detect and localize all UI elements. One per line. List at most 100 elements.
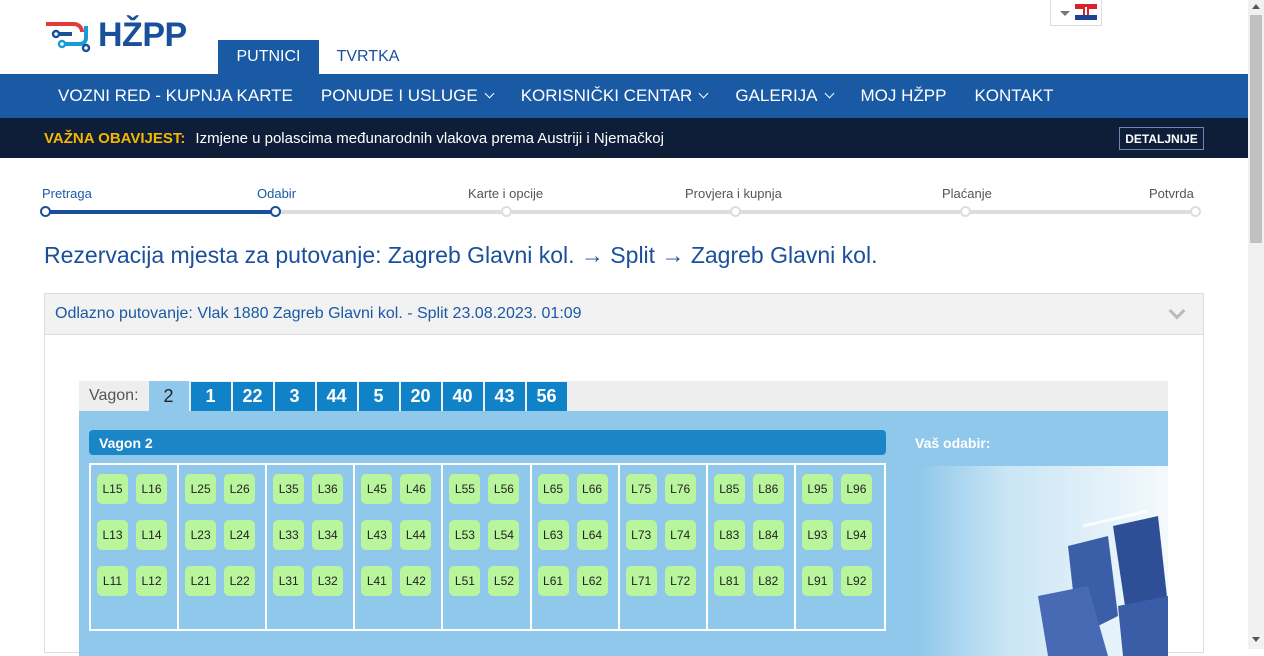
- seat-l83[interactable]: L83: [713, 520, 745, 550]
- chevron-down-icon: [824, 88, 834, 99]
- seat-l45[interactable]: L45: [361, 474, 393, 504]
- seat-l46[interactable]: L46: [400, 474, 432, 504]
- wagon-title: Vagon 2: [99, 434, 153, 451]
- step-potvrda: Potvrda: [1149, 186, 1194, 201]
- scrollbar-thumb[interactable]: [1250, 15, 1262, 243]
- nav-item-ponude[interactable]: PONUDE I USLUGE: [307, 74, 507, 118]
- seat-l65[interactable]: L65: [537, 474, 569, 504]
- seat-l35[interactable]: L35: [273, 474, 305, 504]
- seat-l51[interactable]: L51: [449, 566, 481, 596]
- seat-l41[interactable]: L41: [361, 566, 393, 596]
- seat-l23[interactable]: L23: [185, 520, 217, 550]
- booking-progress-steps: Pretraga Odabir Karte i opcije Provjera …: [40, 184, 1204, 224]
- tab-putnici[interactable]: PUTNICI: [218, 40, 319, 74]
- seat-l96[interactable]: L96: [840, 474, 872, 504]
- seat-l74[interactable]: L74: [664, 520, 696, 550]
- step-odabir[interactable]: Odabir: [257, 186, 296, 201]
- wagon-tab-40[interactable]: 40: [442, 382, 483, 411]
- nav-item-galerija[interactable]: GALERIJA: [721, 74, 846, 118]
- nav-item-label: MOJ HŽPP: [860, 86, 947, 105]
- seat-l61[interactable]: L61: [537, 566, 569, 596]
- seat-l94[interactable]: L94: [840, 520, 872, 550]
- seat-l91[interactable]: L91: [801, 566, 833, 596]
- vertical-scrollbar[interactable]: [1248, 0, 1264, 649]
- wagon-tab-1[interactable]: 1: [190, 382, 231, 411]
- wagon-tab-22[interactable]: 22: [232, 382, 273, 411]
- seat-l43[interactable]: L43: [361, 520, 393, 550]
- seat-l36[interactable]: L36: [312, 474, 344, 504]
- seat-l75[interactable]: L75: [625, 474, 657, 504]
- accordion-title: Odlazno putovanje: Vlak 1880 Zagreb Glav…: [55, 305, 582, 322]
- seat-l95[interactable]: L95: [801, 474, 833, 504]
- seat-l62[interactable]: L62: [576, 566, 608, 596]
- seat-l63[interactable]: L63: [537, 520, 569, 550]
- seat-l71[interactable]: L71: [625, 566, 657, 596]
- scroll-down-arrow-icon[interactable]: [1252, 637, 1260, 642]
- seat-l53[interactable]: L53: [449, 520, 481, 550]
- seat-l34[interactable]: L34: [312, 520, 344, 550]
- details-button[interactable]: DETALJNIJE: [1119, 127, 1204, 150]
- step-dot: [270, 206, 281, 217]
- notice-text[interactable]: Izmjene u polascima međunarodnih vlakova…: [195, 130, 664, 147]
- language-selector[interactable]: [1050, 0, 1102, 26]
- seat-l52[interactable]: L52: [488, 566, 520, 596]
- seat-map: L15 L16 L13 L14 L11 L12 L25 L26 L23 L24 L21 L22 L35 L…: [89, 463, 886, 631]
- seat-l15[interactable]: L15: [97, 474, 128, 504]
- seat-l72[interactable]: L72: [664, 566, 696, 596]
- accordion-header[interactable]: Odlazno putovanje: Vlak 1880 Zagreb Glav…: [45, 294, 1203, 335]
- seat-l81[interactable]: L81: [713, 566, 745, 596]
- step-provjera-i-kupnja: Provjera i kupnja: [685, 186, 782, 201]
- nav-item-vozni-red[interactable]: VOZNI RED - KUPNJA KARTE: [44, 74, 307, 118]
- nav-item-moj-hzpp[interactable]: MOJ HŽPP: [847, 74, 961, 118]
- seat-l55[interactable]: L55: [449, 474, 481, 504]
- seat-l12[interactable]: L12: [136, 566, 167, 596]
- wagon-tabs-label: Vagon:: [89, 387, 139, 404]
- chevron-down-icon[interactable]: [1168, 302, 1186, 320]
- wagon-tab-56[interactable]: 56: [526, 382, 567, 411]
- wagon-tab-20[interactable]: 20: [400, 382, 441, 411]
- seat-l54[interactable]: L54: [488, 520, 520, 550]
- hzpp-logo[interactable]: HŽPP: [44, 16, 187, 55]
- step-pretraga[interactable]: Pretraga: [42, 186, 92, 201]
- seat-l13[interactable]: L13: [97, 520, 128, 550]
- seat-l64[interactable]: L64: [576, 520, 608, 550]
- wagon-tab-43[interactable]: 43: [484, 382, 525, 411]
- seat-l31[interactable]: L31: [273, 566, 305, 596]
- seat-l86[interactable]: L86: [752, 474, 784, 504]
- seat-l76[interactable]: L76: [664, 474, 696, 504]
- wagon-tab-44[interactable]: 44: [316, 382, 357, 411]
- seat-l32[interactable]: L32: [312, 566, 344, 596]
- seat-l16[interactable]: L16: [136, 474, 167, 504]
- nav-item-label: KORISNIČKI CENTAR: [520, 86, 693, 105]
- seat-l44[interactable]: L44: [400, 520, 432, 550]
- seat-l26[interactable]: L26: [224, 474, 256, 504]
- seat-l85[interactable]: L85: [713, 474, 745, 504]
- nav-item-kontakt[interactable]: KONTAKT: [960, 74, 1067, 118]
- wagon-tab-5[interactable]: 5: [358, 382, 399, 411]
- seat-l11[interactable]: L11: [97, 566, 128, 596]
- seat-l21[interactable]: L21: [185, 566, 217, 596]
- seat-l33[interactable]: L33: [273, 520, 305, 550]
- seat-l66[interactable]: L66: [576, 474, 608, 504]
- seat-l22[interactable]: L22: [224, 566, 256, 596]
- seat-l82[interactable]: L82: [752, 566, 784, 596]
- compartment: L35 L36 L33 L34 L31 L32: [267, 465, 356, 629]
- seat-l84[interactable]: L84: [752, 520, 784, 550]
- seat-l14[interactable]: L14: [136, 520, 167, 550]
- nav-item-korisnicki-centar[interactable]: KORISNIČKI CENTAR: [507, 74, 722, 118]
- seat-l25[interactable]: L25: [185, 474, 217, 504]
- seat-l93[interactable]: L93: [801, 520, 833, 550]
- wagon-tab-3[interactable]: 3: [274, 382, 315, 411]
- compartment: L75 L76 L73 L74 L71 L72: [620, 465, 708, 629]
- compartment: L15 L16 L13 L14 L11 L12: [91, 465, 180, 629]
- seat-l92[interactable]: L92: [840, 566, 872, 596]
- logo-text: HŽPP: [98, 16, 187, 54]
- seat-l56[interactable]: L56: [488, 474, 520, 504]
- tab-tvrtka[interactable]: TVRTKA: [330, 40, 406, 74]
- scroll-up-arrow-icon[interactable]: [1252, 4, 1260, 9]
- seat-l42[interactable]: L42: [400, 566, 432, 596]
- wagon-tab-2[interactable]: 2: [148, 381, 189, 411]
- site-header: HŽPP PUTNICI TVRTKA: [0, 0, 1248, 74]
- seat-l73[interactable]: L73: [625, 520, 657, 550]
- seat-l24[interactable]: L24: [224, 520, 256, 550]
